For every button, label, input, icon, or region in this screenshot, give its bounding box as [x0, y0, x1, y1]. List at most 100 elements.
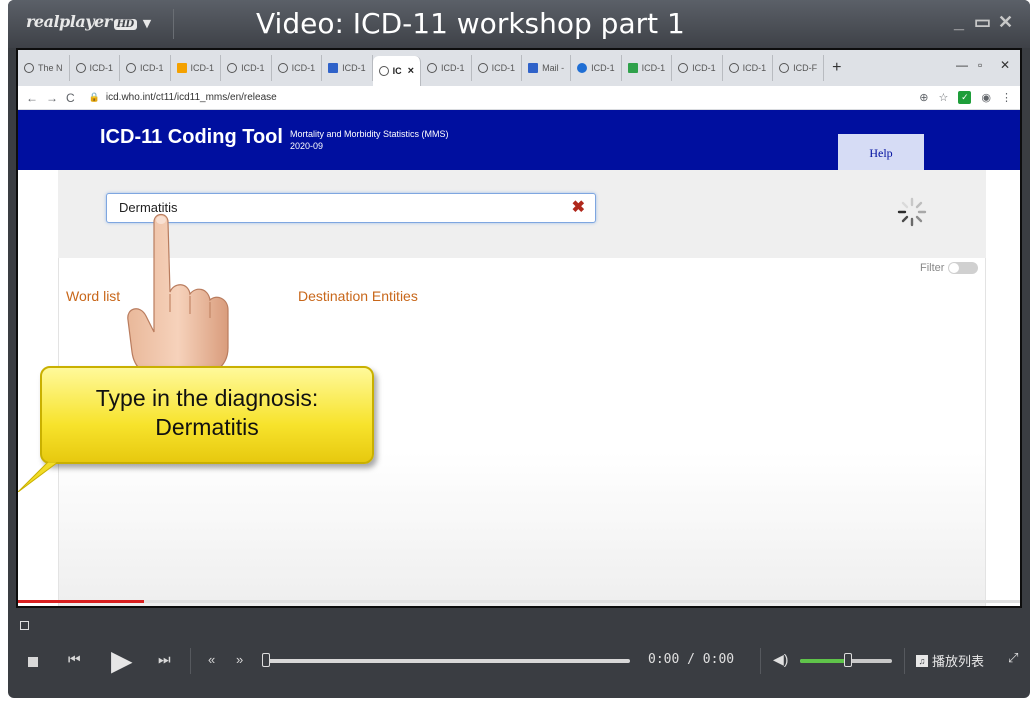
- browser-tab[interactable]: ICD-1: [171, 55, 222, 81]
- loading-spinner-icon: [897, 197, 927, 227]
- browser-tab[interactable]: ICD-1: [672, 55, 723, 81]
- kebab-menu-icon[interactable]: ⋮: [1001, 91, 1012, 104]
- destination-entities-heading: Destination Entities: [298, 288, 418, 304]
- browser-tab[interactable]: ICD-1: [571, 55, 622, 81]
- filter-toggle[interactable]: [948, 262, 979, 274]
- video-frame[interactable]: The N ICD-1 ICD-1 ICD-1 ICD-1 ICD-1 ICD-…: [16, 48, 1022, 608]
- volume-handle[interactable]: [843, 653, 852, 667]
- tab-label: ICD-1: [342, 63, 366, 73]
- realplayer-menu-button[interactable]: realplayer HD ▼: [26, 12, 151, 31]
- browser-tab[interactable]: ICD-1: [421, 55, 472, 81]
- browser-restore-icon[interactable]: ▫: [978, 58, 982, 72]
- browser-toolbar-right: ⊕ ☆ ✓ ◉ ⋮: [919, 91, 1012, 104]
- browser-tab[interactable]: ICD-1: [322, 55, 373, 81]
- controls-divider: [190, 648, 191, 674]
- green-square-icon: [627, 63, 638, 73]
- playlist-icon: ♫: [916, 654, 928, 667]
- browser-tab[interactable]: ICD-1: [723, 55, 774, 81]
- instruction-callout: Type in the diagnosis: Dermatitis: [40, 366, 374, 464]
- blue-square-icon: [328, 63, 339, 73]
- browser-tab[interactable]: ICD-1: [622, 55, 673, 81]
- callout-tail: [18, 462, 58, 492]
- tab-label: ICD-1: [89, 63, 114, 73]
- release-version: 2020-09: [290, 141, 324, 151]
- tab-label: ICD-F: [793, 63, 818, 73]
- extension-check-icon[interactable]: ✓: [958, 91, 972, 104]
- tab-label: ICD-1: [491, 63, 516, 73]
- globe-icon: [126, 63, 137, 73]
- help-button[interactable]: Help: [838, 134, 924, 170]
- star-icon[interactable]: ☆: [939, 91, 949, 104]
- new-tab-button[interactable]: +: [832, 59, 841, 77]
- callout-line-2: Dermatitis: [155, 414, 259, 440]
- compact-mode-button[interactable]: [20, 621, 29, 630]
- play-button[interactable]: ▶: [111, 644, 133, 677]
- filter-control[interactable]: Filter: [920, 262, 979, 274]
- tab-label: Mail -: [542, 63, 565, 73]
- hd-badge: HD: [113, 19, 137, 30]
- url-text[interactable]: icd.who.int/ct11/icd11_mms/en/release: [106, 92, 277, 103]
- tab-label: ICD-1: [241, 63, 265, 73]
- app-title: ICD-11 Coding Tool: [100, 126, 283, 148]
- callout-line-1: Type in the diagnosis:: [95, 385, 319, 411]
- stop-button[interactable]: [28, 657, 38, 667]
- maximize-button[interactable]: ▭: [974, 12, 991, 33]
- close-tab-icon[interactable]: ×: [408, 65, 414, 77]
- tab-label: ICD-1: [140, 63, 164, 73]
- browser-tab[interactable]: ICD-F: [773, 55, 825, 81]
- lock-icon: 🔒: [88, 92, 100, 102]
- browser-tab[interactable]: ICD-1: [120, 55, 171, 81]
- orange-square-icon: [176, 63, 187, 73]
- video-title: Video: ICD-11 workshop part 1: [256, 7, 685, 40]
- browser-tab[interactable]: ICD-1: [70, 55, 121, 81]
- globe-icon: [427, 63, 438, 73]
- chevron-down-icon: ▼: [142, 17, 151, 30]
- browser-tab[interactable]: Mail -: [522, 55, 572, 81]
- time-display: 0:00 / 0:00: [648, 652, 735, 667]
- seek-bar[interactable]: [266, 659, 630, 663]
- browser-minimize-icon[interactable]: —: [956, 58, 968, 72]
- browser-tab[interactable]: ICD-1: [272, 55, 323, 81]
- browser-tab[interactable]: ICD-1: [221, 55, 272, 81]
- tab-label: The N: [38, 63, 63, 73]
- expand-icon[interactable]: ⤢: [1008, 650, 1018, 666]
- realplayer-logo: realplayer: [26, 12, 112, 31]
- who-globe-icon: [24, 63, 34, 73]
- globe-icon: [227, 63, 238, 73]
- previous-button[interactable]: ⏮: [68, 651, 81, 668]
- tab-label: ICD-1: [441, 63, 465, 73]
- globe-icon: [477, 63, 488, 73]
- fast-forward-button[interactable]: »: [236, 652, 243, 667]
- profile-icon[interactable]: ◉: [981, 91, 991, 104]
- browser-nav-icons[interactable]: ←→C: [26, 91, 83, 105]
- blue-dot-icon: [577, 63, 588, 73]
- title-divider: [173, 9, 174, 39]
- player-controls: ⏮ ▶ ⏭ « » 0:00 / 0:00 ◀) ♫ 播放列表 ⤢: [8, 640, 1030, 690]
- playlist-label: 播放列表: [932, 654, 985, 669]
- browser-tab-active[interactable]: IC ×: [372, 56, 422, 86]
- close-button[interactable]: ✕: [998, 12, 1013, 33]
- tab-label: ICD-1: [641, 63, 666, 73]
- zoom-icon[interactable]: ⊕: [919, 91, 928, 104]
- release-name: Mortality and Morbidity Statistics (MMS): [290, 129, 449, 139]
- playlist-button[interactable]: ♫ 播放列表: [916, 651, 984, 670]
- volume-icon[interactable]: ◀): [773, 651, 788, 668]
- globe-icon: [277, 63, 288, 73]
- icd-header: ICD-11 Coding Tool Mortality and Morbidi…: [18, 110, 1020, 170]
- globe-icon: [378, 66, 389, 76]
- player-titlebar: realplayer HD ▼ Video: ICD-11 workshop par…: [8, 0, 1030, 48]
- tab-label: IC: [392, 66, 402, 76]
- seek-handle[interactable]: [262, 653, 270, 667]
- volume-fill: [800, 659, 848, 663]
- controls-divider: [904, 648, 905, 674]
- rewind-button[interactable]: «: [208, 652, 215, 667]
- browser-tab[interactable]: The N: [18, 55, 70, 81]
- clear-search-icon[interactable]: ✖: [572, 197, 585, 217]
- browser-tab[interactable]: ICD-1: [472, 55, 523, 81]
- tab-label: ICD-1: [692, 63, 716, 73]
- minimize-button[interactable]: _: [954, 12, 964, 33]
- next-button[interactable]: ⏭: [158, 651, 171, 668]
- address-bar[interactable]: ←→C 🔒 icd.who.int/ct11/icd11_mms/en/rele…: [18, 86, 1020, 110]
- browser-close-icon[interactable]: ✕: [1000, 58, 1010, 72]
- app-subtitle: Mortality and Morbidity Statistics (MMS)…: [290, 128, 449, 152]
